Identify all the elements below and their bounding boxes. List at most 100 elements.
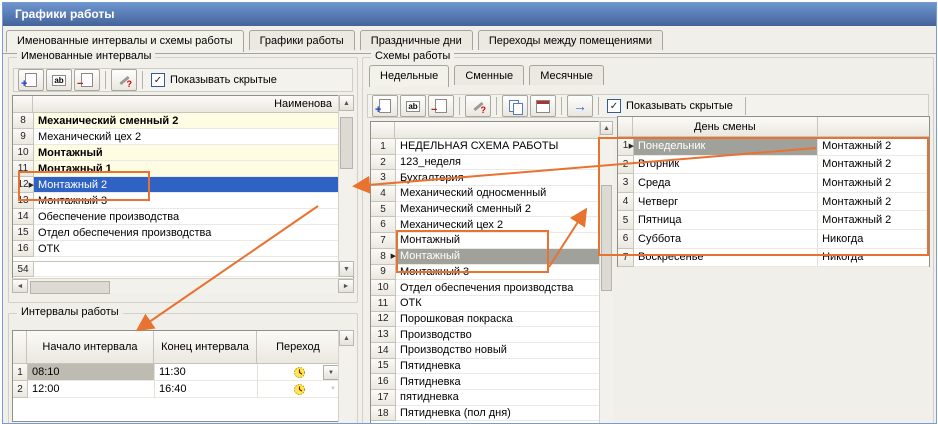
named-interval-row[interactable]: 14▶ Обеспечение производства bbox=[13, 209, 353, 225]
scroll-right-icon[interactable]: ► bbox=[338, 279, 354, 293]
add-button[interactable]: + bbox=[18, 69, 44, 91]
name-column-header[interactable] bbox=[395, 122, 612, 139]
shift-day-row[interactable]: 3▶ Среда Монтажный 2 bbox=[618, 174, 929, 193]
named-interval-row[interactable]: 8▶ Механический сменный 2 bbox=[13, 113, 353, 129]
scheme-name[interactable]: Пятидневка (пол дня) bbox=[396, 406, 612, 422]
weekly-scheme-row[interactable]: 16▶ Пятидневка bbox=[371, 374, 612, 390]
scheme-name[interactable]: Производство bbox=[396, 327, 612, 343]
interval-name[interactable]: Монтажный 2 bbox=[34, 177, 353, 193]
day-column-header[interactable]: День смены bbox=[633, 117, 818, 137]
scheme-name[interactable]: Производство новый bbox=[396, 343, 612, 359]
dropdown-button[interactable]: ▼ bbox=[323, 365, 339, 380]
shift-day-row[interactable]: 1▶ Понедельник Монтажный 2 bbox=[618, 137, 929, 156]
scheme-name[interactable]: Механический односменный bbox=[396, 186, 612, 202]
interval-name[interactable]: Монтажный bbox=[34, 145, 353, 161]
scrollbar-thumb[interactable] bbox=[30, 281, 110, 294]
properties-button[interactable]: ? bbox=[465, 95, 491, 117]
weekly-scheme-row[interactable]: 1▶ НЕДЕЛЬНАЯ СХЕМА РАБОТЫ bbox=[371, 139, 612, 155]
corner-header[interactable] bbox=[13, 331, 27, 364]
day-interval-cell[interactable]: Монтажный 2 bbox=[818, 137, 929, 156]
interval-start-cell[interactable]: 08:10 bbox=[28, 364, 155, 381]
scroll-up-icon[interactable]: ▲ bbox=[339, 330, 354, 346]
named-interval-row[interactable]: 15▶ Отдел обеспечения производства bbox=[13, 225, 353, 241]
show-hidden-checkbox[interactable]: ✓ Показывать скрытые bbox=[151, 73, 277, 87]
weekly-scheme-row[interactable]: 14▶ Производство новый bbox=[371, 343, 612, 359]
tab-weekly[interactable]: Недельные bbox=[369, 65, 449, 87]
scheme-name[interactable]: НЕДЕЛЬНАЯ СХЕМА РАБОТЫ bbox=[396, 139, 612, 155]
properties-button[interactable]: ? bbox=[111, 69, 137, 91]
weekly-scheme-row[interactable]: 15▶ Пятидневка bbox=[371, 359, 612, 375]
weekly-scheme-row[interactable]: 12▶ Порошковая покраска bbox=[371, 312, 612, 328]
tab-holidays[interactable]: Праздничные дни bbox=[360, 30, 473, 50]
scroll-down-icon[interactable]: ▼ bbox=[339, 261, 354, 277]
interval-name[interactable]: Механический сменный 2 bbox=[34, 113, 353, 129]
weekly-scheme-row[interactable]: 11▶ ОТК bbox=[371, 296, 612, 312]
weekly-scheme-row[interactable]: 13▶ Производство bbox=[371, 327, 612, 343]
start-column-header[interactable]: Начало интервала bbox=[27, 331, 154, 364]
named-interval-row[interactable]: 12▶ Монтажный 2 bbox=[13, 177, 353, 193]
tab-work-schedules[interactable]: Графики работы bbox=[249, 30, 355, 50]
scroll-up-icon[interactable]: ▲ bbox=[339, 95, 354, 111]
work-interval-row[interactable]: 1 08:10 11:30 ▼ ▼ bbox=[13, 364, 353, 381]
corner-header[interactable] bbox=[371, 122, 395, 139]
weekly-scheme-row[interactable]: 9▶ Монтажный 3 bbox=[371, 265, 612, 281]
interval-name[interactable]: Отдел обеспечения производства bbox=[34, 225, 353, 241]
add-button[interactable]: + bbox=[372, 95, 398, 117]
window-titlebar[interactable]: Графики работы bbox=[3, 3, 936, 26]
scheme-name[interactable]: ОТК bbox=[396, 296, 612, 312]
day-interval-cell[interactable]: Монтажный 2 bbox=[818, 174, 929, 193]
delete-button[interactable]: − bbox=[428, 95, 454, 117]
named-interval-row[interactable]: 9▶ Механический цех 2 bbox=[13, 129, 353, 145]
scheme-name[interactable]: пятидневка bbox=[396, 390, 612, 406]
scheme-name[interactable]: Отдел обеспечения производства bbox=[396, 280, 612, 296]
named-interval-row[interactable]: 16▶ ОТК bbox=[13, 241, 353, 257]
named-interval-row[interactable]: 10▶ Монтажный bbox=[13, 145, 353, 161]
show-hidden-checkbox[interactable]: ✓ Показывать скрытые bbox=[607, 99, 733, 113]
corner-header[interactable] bbox=[13, 96, 33, 113]
shift-day-row[interactable]: 2▶ Вторник Монтажный 2 bbox=[618, 156, 929, 175]
empty-name-cell[interactable] bbox=[34, 262, 353, 277]
copy-button[interactable] bbox=[502, 95, 528, 117]
weekly-scheme-row[interactable]: 8▶ Монтажный bbox=[371, 249, 612, 265]
vertical-scrollbar[interactable]: ▲ ▼ bbox=[338, 95, 354, 277]
scheme-name[interactable]: Монтажный bbox=[396, 249, 612, 265]
horizontal-scrollbar[interactable]: ◄ ► bbox=[12, 278, 354, 293]
tab-shift[interactable]: Сменные bbox=[454, 65, 524, 85]
weekly-scheme-row[interactable]: 18▶ Пятидневка (пол дня) bbox=[371, 406, 612, 422]
end-column-header[interactable]: Конец интервала bbox=[154, 331, 257, 364]
day-interval-cell[interactable]: Никогда bbox=[818, 249, 929, 268]
interval-start-cell[interactable]: 12:00 bbox=[28, 381, 155, 398]
move-button[interactable]: → bbox=[567, 95, 593, 117]
day-name-cell[interactable]: Воскресенье bbox=[634, 249, 818, 268]
scheme-name[interactable]: Бухгалтерия bbox=[396, 170, 612, 186]
value-column-header[interactable] bbox=[818, 117, 929, 137]
day-name-cell[interactable]: Суббота bbox=[634, 230, 818, 249]
work-interval-row[interactable]: 2 12:00 16:40 ▼ ▼ bbox=[13, 381, 353, 398]
weekly-scheme-row[interactable]: 10▶ Отдел обеспечения производства bbox=[371, 280, 612, 296]
interval-end-cell[interactable]: 16:40 bbox=[155, 381, 258, 398]
day-name-cell[interactable]: Вторник bbox=[634, 156, 818, 175]
transition-cell[interactable]: ▼ ▼ bbox=[258, 381, 341, 398]
weekly-scheme-row[interactable]: 2▶ 123_неделя bbox=[371, 155, 612, 171]
corner-header[interactable] bbox=[618, 117, 633, 137]
scheme-name[interactable]: Порошковая покраска bbox=[396, 312, 612, 328]
tab-monthly[interactable]: Месячные bbox=[529, 65, 604, 85]
scrollbar-thumb[interactable] bbox=[601, 185, 612, 291]
shift-day-row[interactable]: 7▶ Воскресенье Никогда bbox=[618, 249, 929, 268]
weekly-scheme-row[interactable]: 17▶ пятидневка bbox=[371, 390, 612, 406]
interval-name[interactable]: Механический цех 2 bbox=[34, 129, 353, 145]
tab-named-intervals[interactable]: Именованные интервалы и схемы работы bbox=[6, 30, 244, 52]
transition-column-header[interactable]: Переход bbox=[257, 331, 340, 364]
interval-name[interactable]: Обеспечение производства bbox=[34, 209, 353, 225]
scheme-name[interactable]: 123_неделя bbox=[396, 155, 612, 171]
scrollbar-thumb[interactable] bbox=[340, 117, 353, 169]
name-column-header[interactable]: Наименова bbox=[33, 96, 353, 113]
scroll-up-icon[interactable]: ▲ bbox=[600, 121, 613, 135]
day-name-cell[interactable]: Четверг bbox=[634, 193, 818, 212]
interval-name[interactable]: Монтажный 1 bbox=[34, 161, 353, 177]
rename-button[interactable]: ab bbox=[400, 95, 426, 117]
weekly-scheme-row[interactable]: 7▶ Монтажный bbox=[371, 233, 612, 249]
scheme-name[interactable]: Монтажный bbox=[396, 233, 612, 249]
scheme-name[interactable]: Механический цех 2 bbox=[396, 217, 612, 233]
shift-day-row[interactable]: 5▶ Пятница Монтажный 2 bbox=[618, 211, 929, 230]
